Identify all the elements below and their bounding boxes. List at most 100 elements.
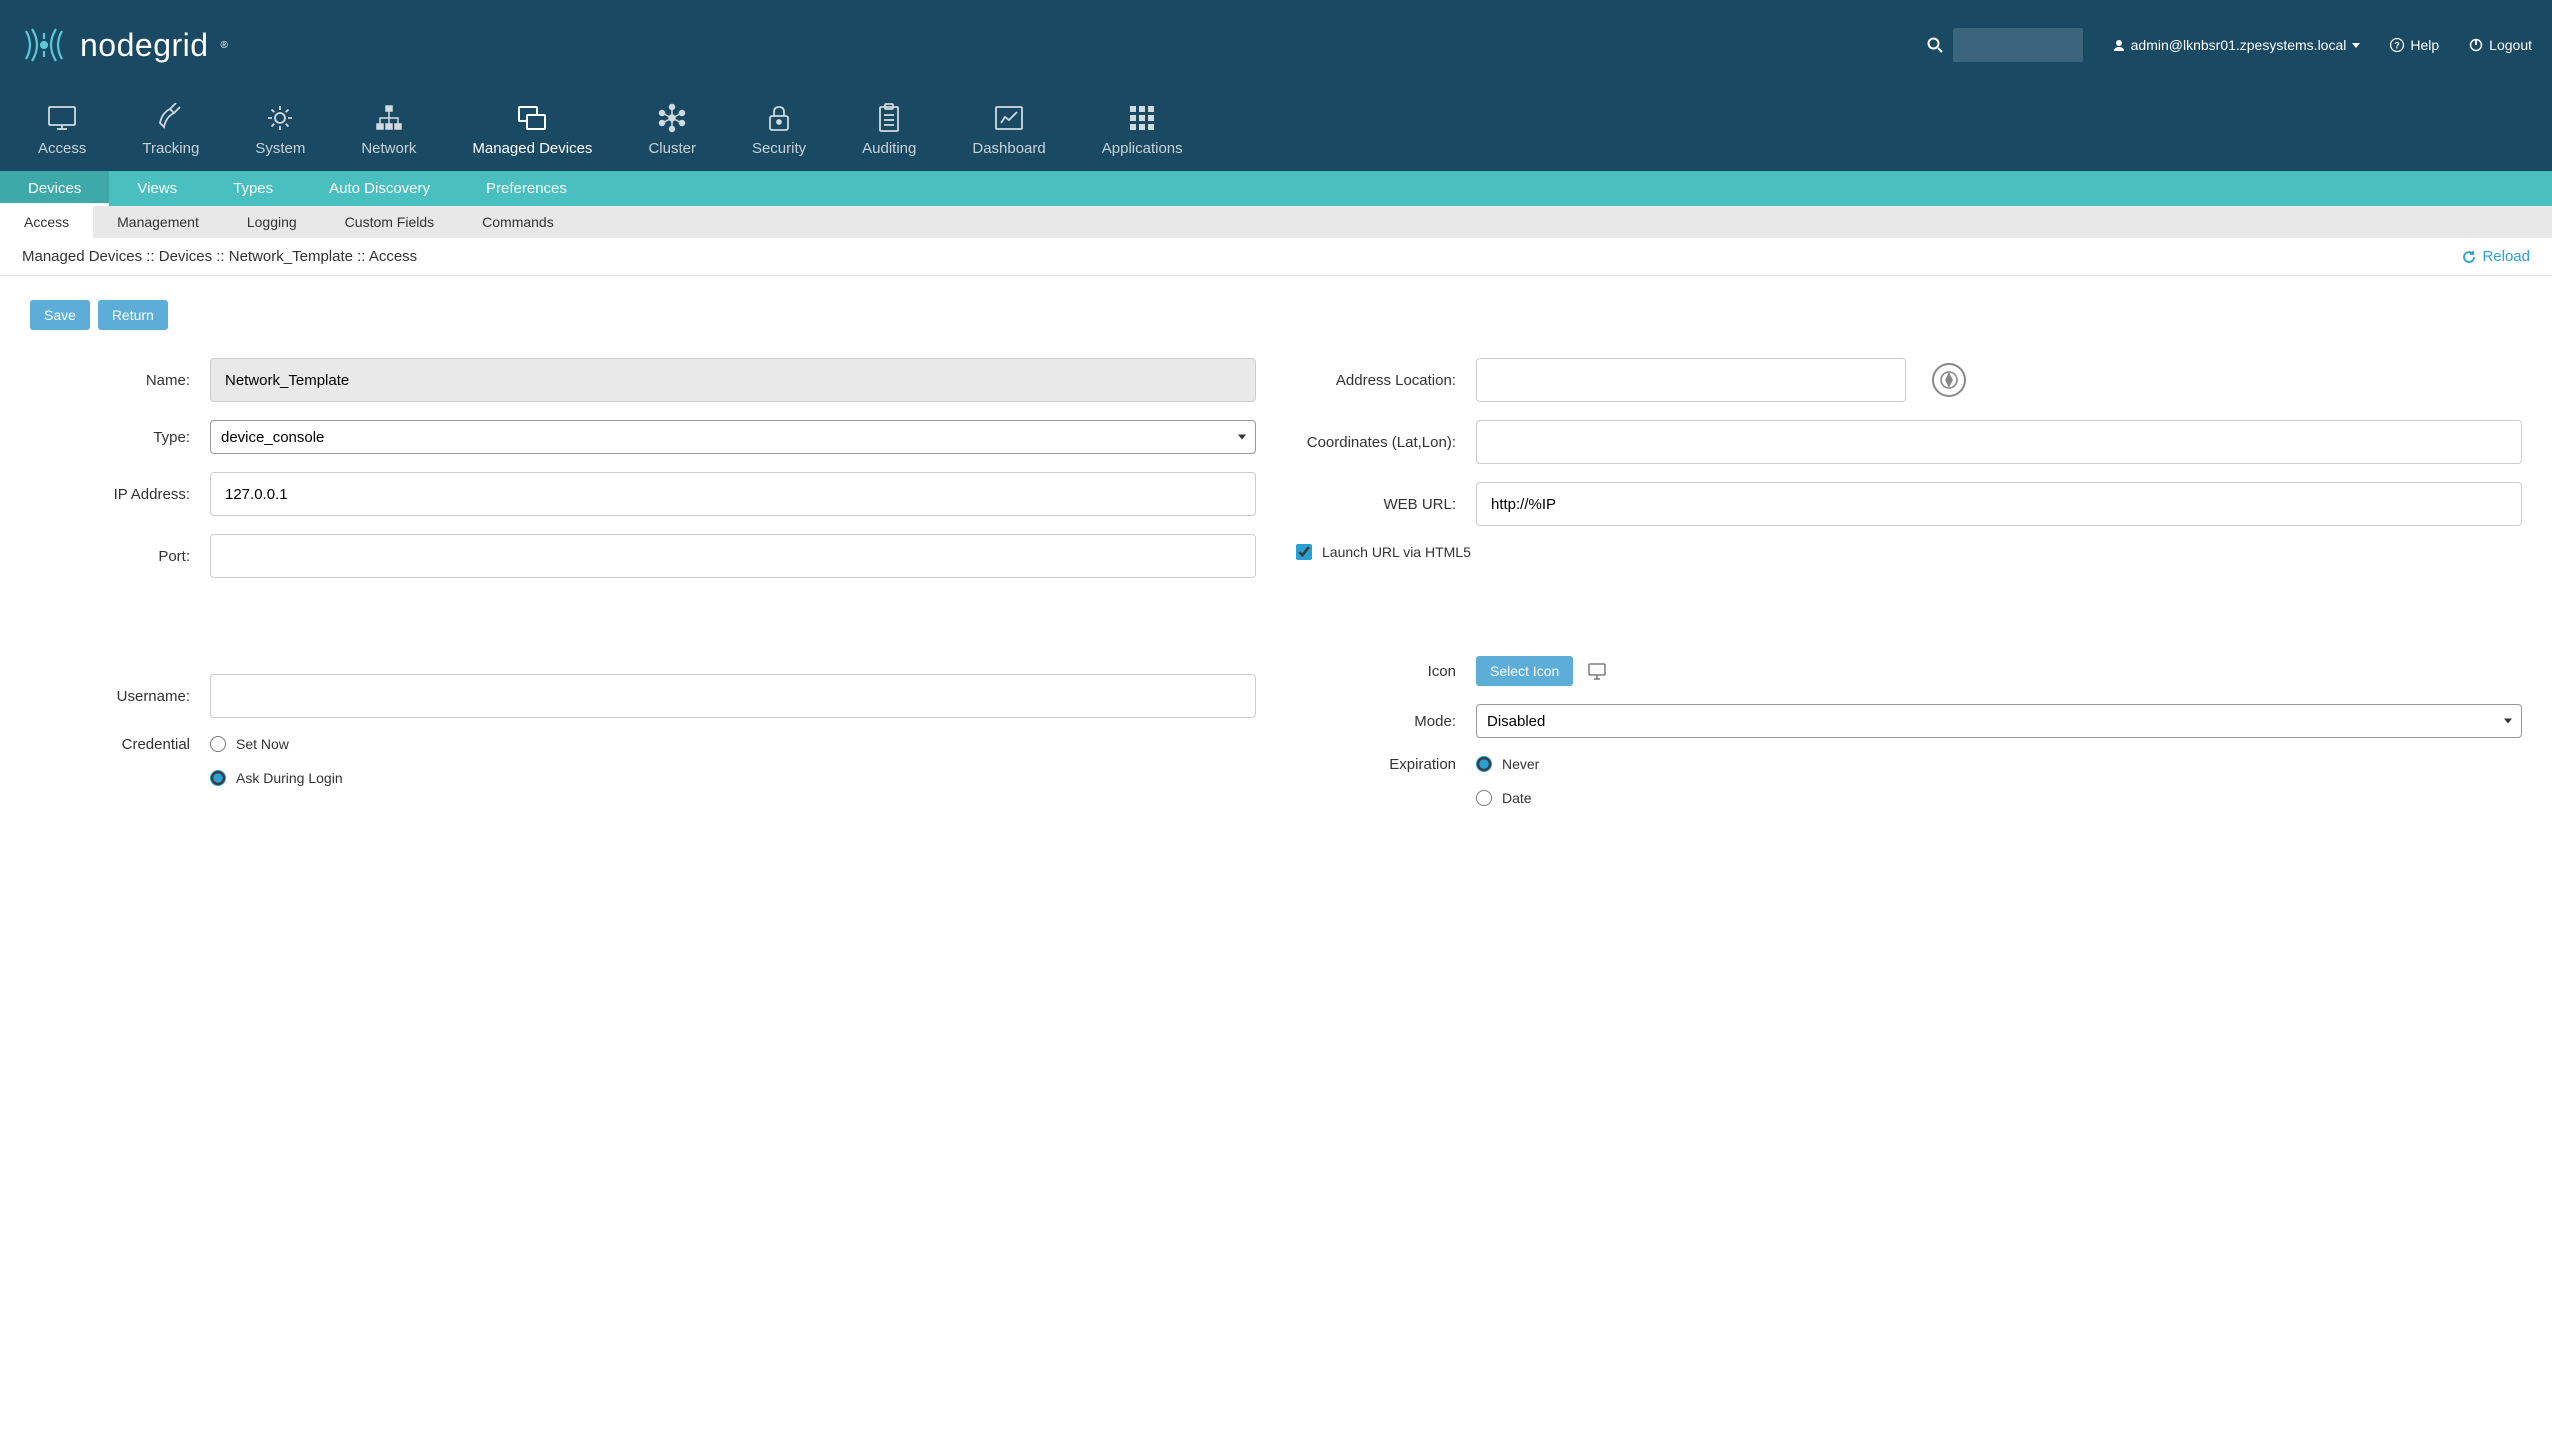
radio-ask-login-label: Ask During Login [236,770,343,786]
radio-ask-login-input[interactable] [210,770,226,786]
label-credential: Credential [30,736,190,753]
row-username: Username: [30,674,1256,718]
label-icon: Icon [1296,663,1456,680]
help-icon: ? [2390,38,2404,52]
header-right: admin@lknbsr01.zpesystems.local ? Help L… [1927,28,2532,62]
nav-dashboard[interactable]: Dashboard [944,90,1073,171]
reload-label: Reload [2482,248,2530,265]
row-name: Name: [30,358,1256,402]
nav-label: Managed Devices [472,140,592,157]
nav-label: Access [38,140,86,157]
row-web-url: WEB URL: [1296,482,2522,526]
row-mode: Mode: Disabled [1296,704,2522,738]
row-port: Port: [30,534,1256,578]
input-address-location[interactable] [1476,358,1906,402]
power-icon [2469,38,2483,52]
windows-icon [516,102,548,134]
input-web-url[interactable] [1476,482,2522,526]
label-type: Type: [30,429,190,446]
radio-set-now-input[interactable] [210,736,226,752]
radio-set-now-label: Set Now [236,736,289,752]
monitor-icon [46,102,78,134]
user-label: admin@lknbsr01.zpesystems.local [2131,37,2347,53]
input-coordinates[interactable] [1476,420,2522,464]
nav-access[interactable]: Access [10,90,114,171]
checkbox-launch-html5-input[interactable] [1296,544,1312,560]
sub-types[interactable]: Types [205,171,301,206]
nav-label: Tracking [142,140,199,157]
user-menu[interactable]: admin@lknbsr01.zpesystems.local [2113,37,2361,53]
row-icon: Icon Select Icon [1296,656,2522,686]
sub-views[interactable]: Views [109,171,205,206]
nav-label: Network [361,140,416,157]
nav-label: Security [752,140,806,157]
checkbox-launch-html5[interactable]: Launch URL via HTML5 [1296,544,1471,560]
radio-never[interactable]: Never [1476,756,2522,772]
gear-icon [264,102,296,134]
sub-preferences[interactable]: Preferences [458,171,595,206]
subsub-access[interactable]: Access [0,206,93,238]
subsub-commands[interactable]: Commands [458,206,578,238]
help-link[interactable]: ? Help [2390,37,2439,53]
radio-date[interactable]: Date [1476,790,2522,806]
subsub-custom-fields[interactable]: Custom Fields [321,206,458,238]
svg-text:?: ? [2395,41,2401,51]
search-input[interactable] [1953,28,2083,62]
row-ip: IP Address: [30,472,1256,516]
radio-never-label: Never [1502,756,1539,772]
input-port[interactable] [210,534,1256,578]
search-icon[interactable] [1927,37,1943,53]
logout-link[interactable]: Logout [2469,37,2532,53]
label-expiration: Expiration [1296,756,1456,773]
nav-auditing[interactable]: Auditing [834,90,944,171]
satellite-icon [155,102,187,134]
input-ip[interactable] [210,472,1256,516]
lock-icon [763,102,795,134]
input-name[interactable] [210,358,1256,402]
compass-icon[interactable] [1932,363,1966,397]
radio-ask-login[interactable]: Ask During Login [210,770,1256,786]
row-coordinates: Coordinates (Lat,Lon): [1296,420,2522,464]
input-username[interactable] [210,674,1256,718]
nav-cluster[interactable]: Cluster [620,90,724,171]
nav-applications[interactable]: Applications [1074,90,1211,171]
nav-label: Auditing [862,140,916,157]
device-icon-preview [1587,661,1607,681]
radio-never-input[interactable] [1476,756,1492,772]
radio-date-input[interactable] [1476,790,1492,806]
nav-label: Dashboard [972,140,1045,157]
label-address-location: Address Location: [1296,372,1456,389]
logo-icon [20,21,68,69]
sub-devices[interactable]: Devices [0,171,109,206]
brand-logo: nodegrid ® [20,21,228,69]
help-label: Help [2410,37,2439,53]
nav-tracking[interactable]: Tracking [114,90,227,171]
return-button[interactable]: Return [98,300,168,330]
network-icon [373,102,405,134]
checkbox-launch-html5-label: Launch URL via HTML5 [1322,544,1471,560]
grid-icon [1126,102,1158,134]
label-coordinates: Coordinates (Lat,Lon): [1296,434,1456,451]
expiration-radio-group: Never Date [1476,756,2522,806]
label-port: Port: [30,548,190,565]
nav-security[interactable]: Security [724,90,834,171]
select-type[interactable]: device_console [210,420,1256,454]
nav-label: System [255,140,305,157]
user-icon [2113,39,2125,51]
nav-managed-devices[interactable]: Managed Devices [444,90,620,171]
select-mode[interactable]: Disabled [1476,704,2522,738]
registered-mark: ® [221,40,228,51]
subsub-logging[interactable]: Logging [223,206,321,238]
label-name: Name: [30,372,190,389]
nav-system[interactable]: System [227,90,333,171]
select-icon-button[interactable]: Select Icon [1476,656,1573,686]
save-button[interactable]: Save [30,300,90,330]
nav-network[interactable]: Network [333,90,444,171]
chart-icon [993,102,1025,134]
chevron-down-icon [2352,43,2360,48]
row-type: Type: device_console [30,420,1256,454]
sub-auto-discovery[interactable]: Auto Discovery [301,171,458,206]
radio-set-now[interactable]: Set Now [210,736,1256,752]
subsub-management[interactable]: Management [93,206,223,238]
reload-button[interactable]: Reload [2462,248,2530,265]
